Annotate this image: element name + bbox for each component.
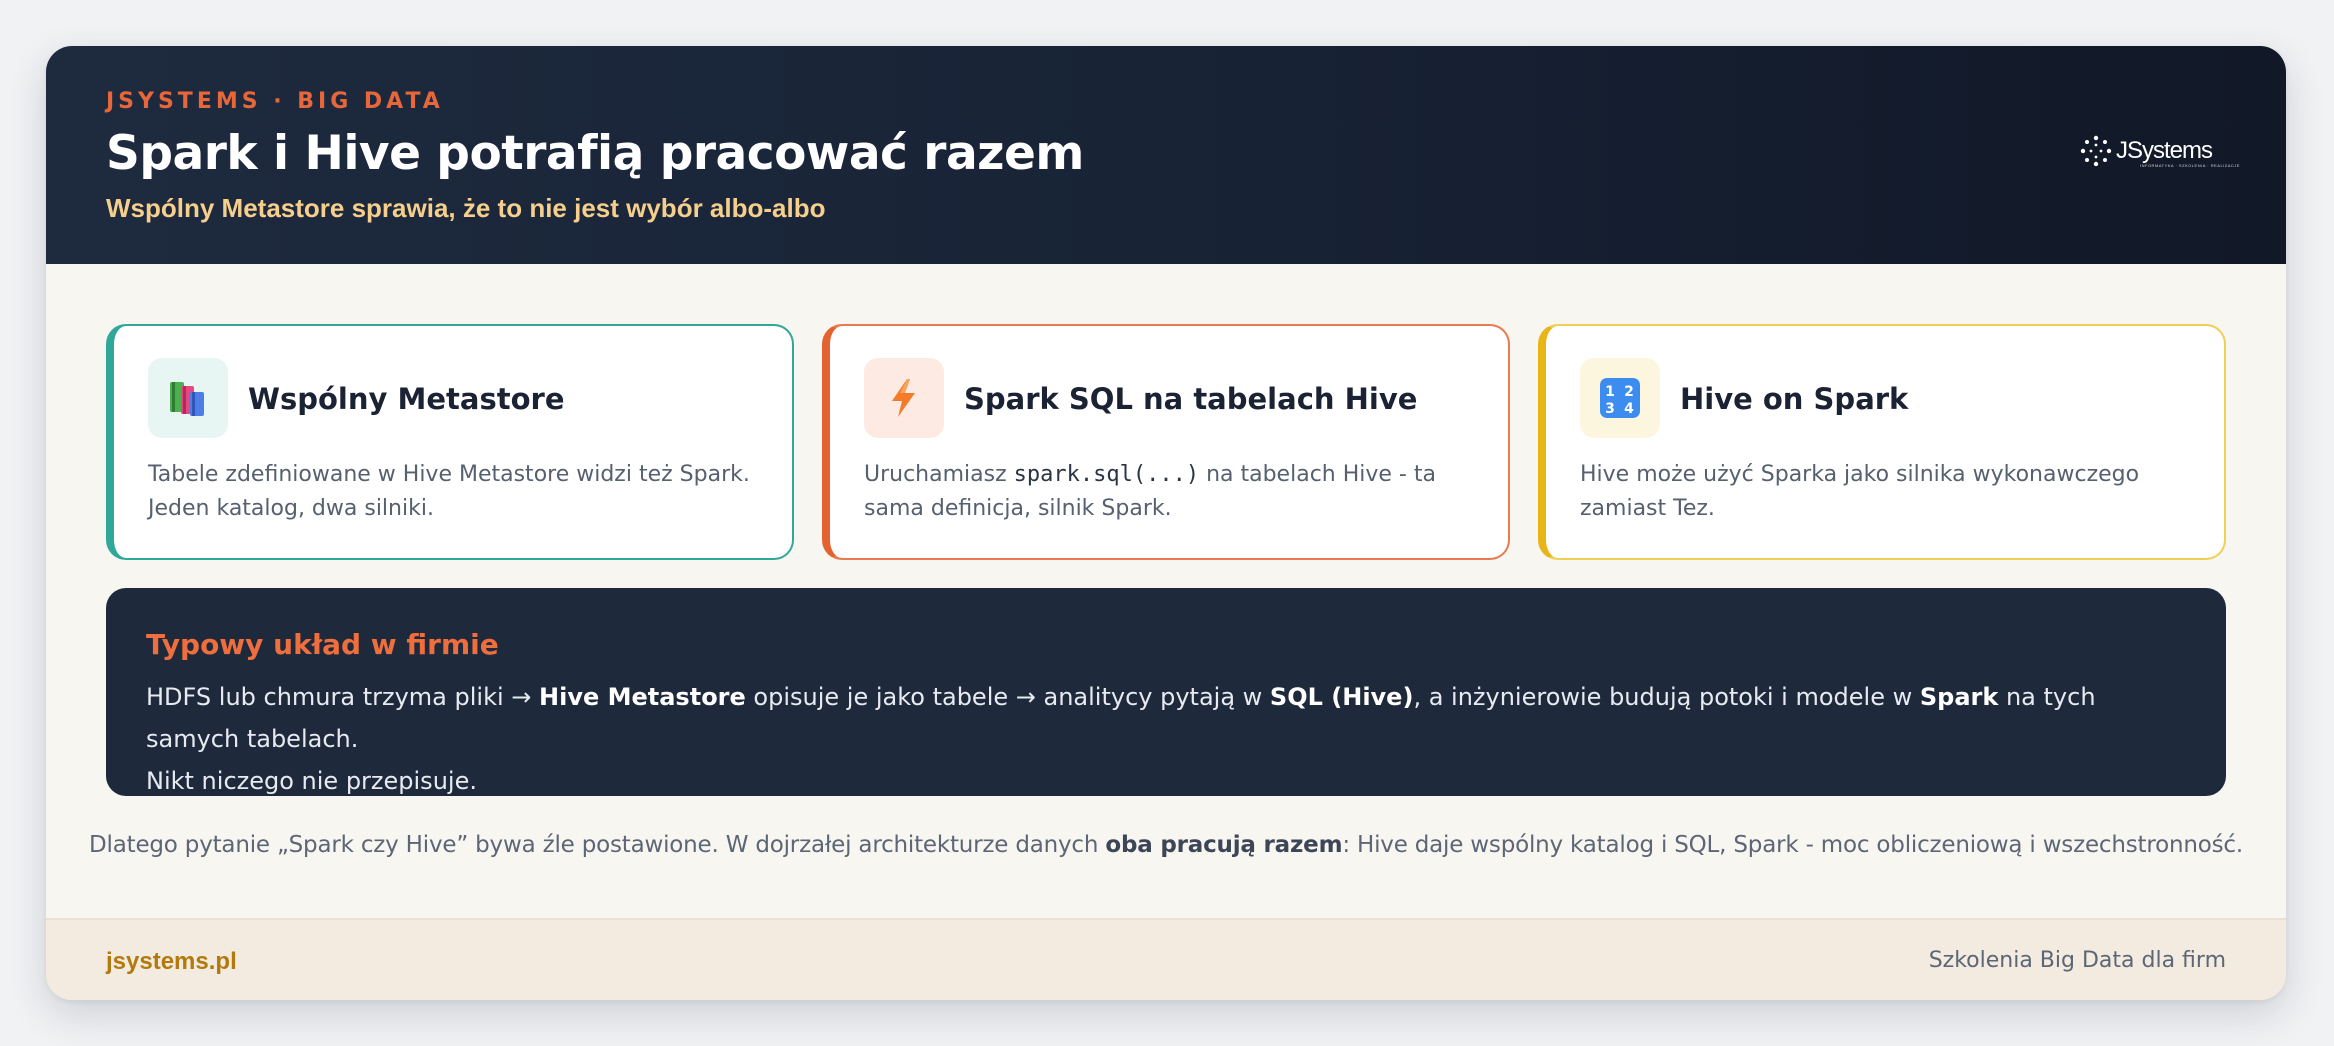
page-subtitle: Wspólny Metastore sprawia, że to nie jes… xyxy=(106,193,826,223)
card-title: Spark SQL na tabelach Hive xyxy=(964,382,1418,416)
card-shared-metastore: Wspólny Metastore Tabele zdefiniowane w … xyxy=(106,324,794,560)
header-kicker: JSYSTEMS · BIG DATA xyxy=(106,89,444,114)
card-desc-line: Hive może użyć Sparka jako silnika wykon… xyxy=(1580,462,2140,487)
card-title: Hive on Spark xyxy=(1680,382,1909,416)
footer-website-link[interactable]: jsystems.pl xyxy=(106,948,237,976)
card-hive-on-spark: 1 2 3 4 Hive on Spark Hive może użyć Spa… xyxy=(1538,324,2226,560)
summary-bold: oba pracują razem xyxy=(1105,832,1343,858)
slide-header: JSYSTEMS · BIG DATA Spark i Hive potrafi… xyxy=(46,46,2286,264)
highlight-hive-metastore: Hive Metastore xyxy=(539,683,746,711)
svg-text:3: 3 xyxy=(1605,401,1615,417)
body-text: , a inżynierowie budują potoki i modele … xyxy=(1413,683,1920,711)
slide-card: JSYSTEMS · BIG DATA Spark i Hive potrafi… xyxy=(46,46,2286,1000)
logo-wordmark: JSystems xyxy=(2116,137,2213,164)
body-text: Nikt niczego nie przepisuje. xyxy=(146,767,477,795)
jsystems-logo-icon xyxy=(2080,135,2112,167)
svg-text:2: 2 xyxy=(1624,384,1634,400)
books-icon xyxy=(170,382,204,416)
numbers-1234-icon: 1 2 3 4 xyxy=(1600,378,1640,418)
card-desc-line: Tabele zdefiniowane w Hive Metastore wid… xyxy=(148,462,750,487)
card-description: Uruchamiasz spark.sql(...) na tabelach H… xyxy=(864,458,1484,526)
card-description: Hive może użyć Sparka jako silnika wykon… xyxy=(1580,458,2200,526)
svg-text:1: 1 xyxy=(1605,384,1615,400)
card-desc-line: Jeden katalog, dwa silniki. xyxy=(148,496,434,521)
lightning-icon xyxy=(892,379,915,417)
footer-tagline: Szkolenia Big Data dla firm xyxy=(1928,948,2226,973)
body-text: opisuje je jako tabele → analitycy pytaj… xyxy=(745,683,1270,711)
card-icon-box: 1 2 3 4 xyxy=(1580,358,1660,438)
card-desc-text: Uruchamiasz xyxy=(864,462,1014,487)
jsystems-logo: JSystems INFORMATYKA · SZKOLENIA · REALI… xyxy=(2078,134,2239,174)
card-icon-box xyxy=(864,358,944,438)
logo-tagline: INFORMATYKA · SZKOLENIA · REALIZACJE xyxy=(2140,163,2240,168)
highlight-spark: Spark xyxy=(1919,683,1999,711)
summary-pre: Dlatego pytanie „Spark czy Hive” bywa źl… xyxy=(89,832,1106,858)
summary-text: Dlatego pytanie „Spark czy Hive” bywa źl… xyxy=(46,832,2286,858)
card-spark-sql: Spark SQL na tabelach Hive Uruchamiasz s… xyxy=(822,324,1510,560)
summary-post: : Hive daje wspólny katalog i SQL, Spark… xyxy=(1342,832,2243,858)
body-text: HDFS lub chmura trzyma pliki → xyxy=(146,683,540,711)
svg-text:4: 4 xyxy=(1624,401,1634,417)
slide-footer: jsystems.pl Szkolenia Big Data dla firm xyxy=(46,918,2286,1000)
card-desc-line: zamiast Tez. xyxy=(1580,496,1715,521)
highlight-sql-hive: SQL (Hive) xyxy=(1269,683,1414,711)
card-icon-box xyxy=(148,358,228,438)
card-title: Wspólny Metastore xyxy=(248,382,565,416)
code-snippet: spark.sql(...) xyxy=(1013,462,1200,487)
card-description: Tabele zdefiniowane w Hive Metastore wid… xyxy=(148,458,768,526)
typical-setup-box: Typowy układ w firmie HDFS lub chmura tr… xyxy=(106,588,2226,796)
typical-setup-body: HDFS lub chmura trzyma pliki → Hive Meta… xyxy=(146,676,2196,802)
typical-setup-title: Typowy układ w firmie xyxy=(146,628,499,661)
page-title: Spark i Hive potrafią pracować razem xyxy=(106,126,1084,181)
